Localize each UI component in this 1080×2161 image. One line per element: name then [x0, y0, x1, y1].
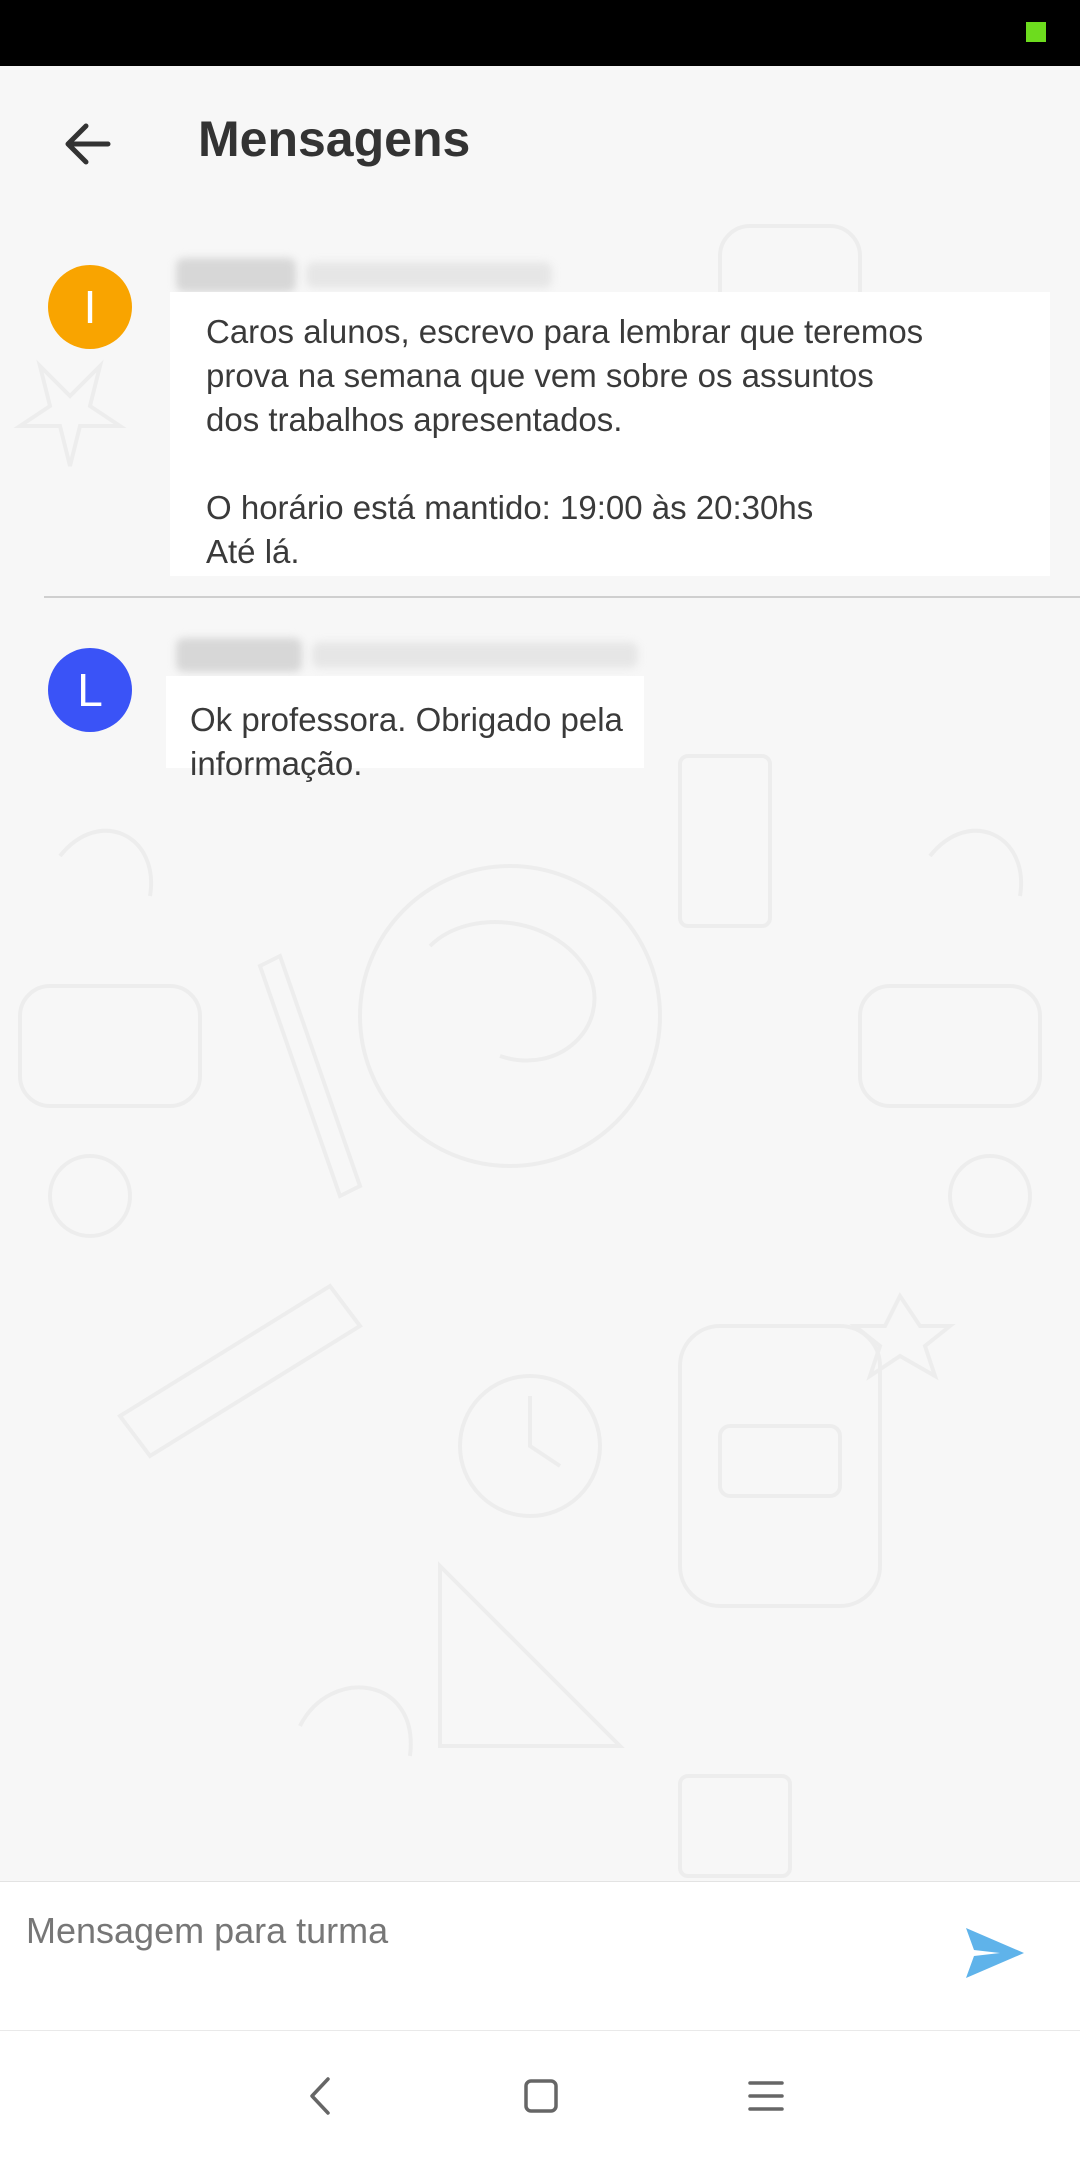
system-nav-bar	[0, 2030, 1080, 2161]
message-meta	[312, 642, 638, 668]
sender-name	[176, 258, 296, 292]
message-text: Caros alunos, escrevo para lembrar que t…	[206, 313, 924, 570]
avatar: L	[48, 648, 132, 732]
menu-icon[interactable]	[736, 2071, 796, 2121]
chevron-left-icon[interactable]	[290, 2071, 350, 2121]
square-icon[interactable]	[510, 2071, 570, 2121]
message-bubble: Caros alunos, escrevo para lembrar que t…	[170, 292, 1050, 576]
divider	[44, 596, 1080, 598]
message-meta	[306, 262, 552, 288]
sender-name	[176, 638, 302, 672]
app-bar: Mensagens	[0, 66, 1080, 221]
message-input[interactable]	[24, 1900, 928, 1962]
avatar: I	[48, 265, 132, 349]
message-bubble: Ok professora. Obrigado pela informação.	[166, 676, 644, 782]
page-title: Mensagens	[198, 111, 471, 167]
notification-icon	[1026, 22, 1046, 42]
send-icon[interactable]	[960, 1918, 1030, 1988]
status-bar	[0, 0, 1080, 66]
arrow-left-icon[interactable]	[58, 114, 118, 174]
message-composer	[0, 1881, 1080, 2030]
message-text: Ok professora. Obrigado pela informação.	[190, 701, 623, 782]
